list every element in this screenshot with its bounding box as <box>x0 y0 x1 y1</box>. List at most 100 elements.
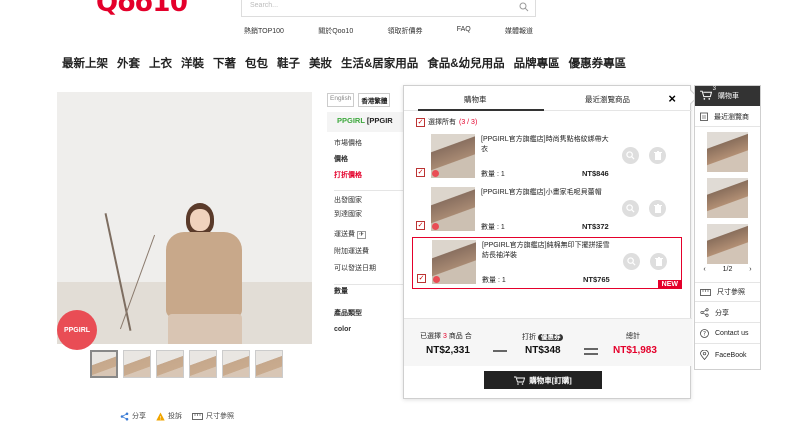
cart-item: ✓ [PPGIRL官方旗艦店]純棉無印下擺拼接雪紡長袖洋裝 數量 : 1 NT$… <box>412 237 682 289</box>
sidebar-size-chart[interactable]: 尺寸參照 <box>695 282 760 302</box>
question-icon: ? <box>700 329 709 338</box>
tab-recently-viewed[interactable]: 最近瀏覽商品 <box>585 94 630 105</box>
sidebar-recently-viewed[interactable]: 最近瀏覽商 <box>695 107 760 127</box>
share-icon <box>700 308 709 317</box>
cart-popup: 購物車 最近瀏覽商品 × ✓ 選擇所有 (3 / 3) ✓ [PPGIRL官方旗… <box>403 85 692 399</box>
selected-count-label: 已選擇 3 商品 合 <box>420 333 472 340</box>
size-chart-label: 尺寸參照 <box>206 413 234 420</box>
product-title: PPGIRL [PPGIR <box>327 112 407 132</box>
category-outer[interactable]: 外套 <box>117 55 140 71</box>
item-quantity: 數量 : 1 <box>481 171 505 178</box>
category-top[interactable]: 上衣 <box>149 55 172 71</box>
lang-english[interactable]: English <box>327 93 355 107</box>
item-title[interactable]: [PPGIRL官方旗艦店]時尚隽點格紋綁帶大衣 <box>481 135 613 155</box>
thumbnail[interactable] <box>123 350 151 378</box>
top-link-media[interactable]: 媒體報道 <box>502 26 536 36</box>
search-icon[interactable] <box>622 200 639 217</box>
thumbnail[interactable] <box>90 350 118 378</box>
recent-item-thumbnail[interactable] <box>707 178 748 218</box>
qoo10-logo[interactable]: Qoo10 <box>96 0 188 18</box>
trash-icon[interactable] <box>649 147 666 164</box>
sidebar-cart-label: 購物車 <box>718 93 739 100</box>
category-label: 產品類型 <box>334 310 362 317</box>
search-input[interactable]: Search... <box>250 2 278 9</box>
cart-summary: 已選擇 3 商品 合 NT$2,331 打折 優惠券 NT$348 總計 NT$… <box>404 318 692 366</box>
next-page-icon[interactable]: › <box>749 266 751 273</box>
product-main-image[interactable] <box>57 92 312 344</box>
brand-name[interactable]: PPGIRL <box>337 116 365 125</box>
trash-icon[interactable] <box>650 253 667 270</box>
recently-viewed-label: 最近瀏覽商 <box>714 113 749 121</box>
ship-to-label: 到達國家 <box>334 211 362 218</box>
lang-traditional-chinese[interactable]: 香港繁體 <box>358 93 391 107</box>
thumbnail[interactable] <box>189 350 217 378</box>
size-chart-button[interactable]: 尺寸參照 <box>192 411 234 421</box>
item-checkbox[interactable]: ✓ <box>417 274 426 283</box>
sidebar-facebook[interactable]: FaceBook <box>695 345 760 365</box>
product-share-bar: 分享 ! 投訴 尺寸參照 <box>120 411 234 421</box>
svg-text:?: ? <box>703 331 706 338</box>
discount-price-label: 打折價格 <box>334 172 362 179</box>
model-sweater <box>166 232 242 318</box>
thumbnail[interactable] <box>222 350 250 378</box>
item-checkbox[interactable]: ✓ <box>416 221 425 230</box>
tab-cart[interactable]: 購物車 <box>464 94 487 105</box>
extra-fee-label: 附加運送費 <box>334 248 369 255</box>
product-title-text: [PPGIR <box>366 116 393 125</box>
report-button[interactable]: ! 投訴 <box>156 411 182 421</box>
category-living[interactable]: 生活&居家用品 <box>341 55 418 71</box>
item-price: NT$372 <box>582 222 609 231</box>
facebook-label: FaceBook <box>715 351 747 359</box>
sidebar-share[interactable]: 分享 <box>695 303 760 323</box>
category-new[interactable]: 最新上架 <box>62 55 108 71</box>
item-thumbnail[interactable] <box>431 134 475 178</box>
prev-page-icon[interactable]: ‹ <box>703 266 705 273</box>
cart-item: ✓ [PPGIRL官方旗艦店]時尚隽點格紋綁帶大衣 數量 : 1 NT$846 <box>412 132 682 184</box>
item-title[interactable]: [PPGIRL官方旗艦店]純棉無印下擺拼接雪紡長袖洋裝 <box>482 241 614 261</box>
search-icon[interactable] <box>519 2 529 12</box>
category-brand[interactable]: 品牌專區 <box>514 55 560 71</box>
category-bottom[interactable]: 下著 <box>213 55 236 71</box>
shipping-fee-label: 運送費 ✈ <box>334 231 366 239</box>
thumbnail[interactable] <box>156 350 184 378</box>
top-link-faq[interactable]: FAQ <box>454 26 474 36</box>
right-sidebar: 3 購物車 最近瀏覽商 ‹ 1/2 › 尺寸參照 分享 ? Contact us… <box>694 85 761 370</box>
close-icon[interactable]: × <box>668 91 676 106</box>
item-thumbnail[interactable] <box>432 240 476 284</box>
item-title[interactable]: [PPGIRL官方旗艦店]小畫家毛呢貝蕾帽 <box>481 188 613 198</box>
clipboard-icon <box>700 112 708 121</box>
item-thumbnail[interactable] <box>431 187 475 231</box>
coupon-tag: 優惠券 <box>537 334 564 341</box>
top-link-about[interactable]: 關於Qoo10 <box>315 26 356 36</box>
top-link-hot[interactable]: 熱銷TOP100 <box>241 26 287 36</box>
share-button[interactable]: 分享 <box>120 411 146 421</box>
checkout-button[interactable]: 購物車[訂購] <box>484 371 602 389</box>
thumbnail[interactable] <box>255 350 283 378</box>
sidebar-cart-button[interactable]: 3 購物車 <box>695 86 760 106</box>
trash-icon[interactable] <box>649 200 666 217</box>
category-coupon[interactable]: 優惠券專區 <box>569 55 627 71</box>
category-dress[interactable]: 洋裝 <box>181 55 204 71</box>
market-price-label: 市場價格 <box>334 140 362 147</box>
checkout-label: 購物車[訂購] <box>529 375 572 385</box>
category-beauty[interactable]: 美妝 <box>309 55 332 71</box>
search-icon[interactable] <box>623 253 640 270</box>
report-label: 投訴 <box>168 413 182 420</box>
search-icon[interactable] <box>622 147 639 164</box>
contact-us-label: Contact us <box>715 330 749 337</box>
sidebar-contact-us[interactable]: ? Contact us <box>695 324 760 344</box>
search-box[interactable]: Search... <box>241 0 536 17</box>
category-shoes[interactable]: 鞋子 <box>277 55 300 71</box>
top-link-coupon[interactable]: 領取折價券 <box>384 26 425 36</box>
select-all-checkbox[interactable]: ✓ <box>416 117 425 127</box>
cart-item: ✓ [PPGIRL官方旗艦店]小畫家毛呢貝蕾帽 數量 : 1 NT$372 <box>412 185 682 237</box>
recent-item-thumbnail[interactable] <box>707 224 748 264</box>
item-price: NT$765 <box>583 275 610 284</box>
select-all-label: 選擇所有 <box>428 119 456 126</box>
subtotal-value: NT$2,331 <box>426 345 470 356</box>
category-bag[interactable]: 包包 <box>245 55 268 71</box>
item-checkbox[interactable]: ✓ <box>416 168 425 177</box>
recent-item-thumbnail[interactable] <box>707 132 748 172</box>
category-food[interactable]: 食品&幼兒用品 <box>427 55 504 71</box>
select-all[interactable]: ✓ 選擇所有 (3 / 3) <box>416 117 477 127</box>
